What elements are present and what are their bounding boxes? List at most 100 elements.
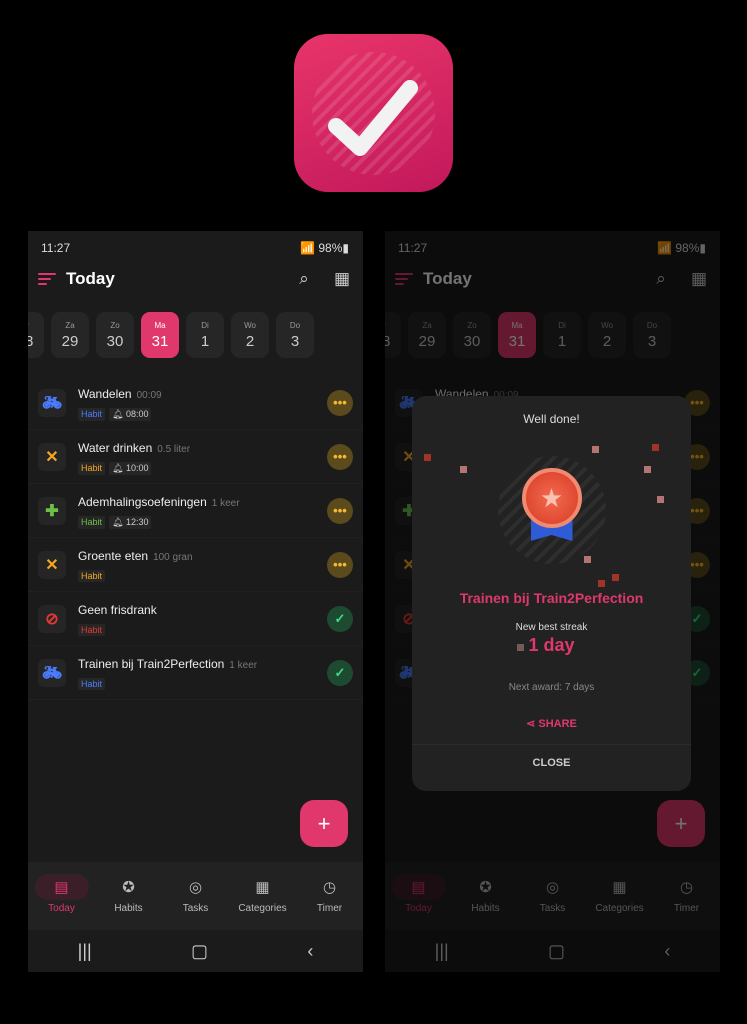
date-day: 30 bbox=[106, 332, 124, 350]
close-button[interactable]: CLOSE bbox=[412, 757, 691, 769]
habit-name: Geen frisdrank bbox=[78, 603, 157, 617]
dialog-habit-name: Trainen bij Train2Perfection bbox=[459, 590, 644, 606]
habit-target: 0.5 liter bbox=[157, 443, 191, 455]
date-28[interactable]: Vr 28 bbox=[28, 312, 44, 358]
search-icon[interactable]: ⌕ bbox=[293, 268, 315, 290]
streak-value: 1 day bbox=[528, 635, 575, 655]
today-icon: ▤ bbox=[34, 874, 89, 900]
habit-tag: Habit bbox=[78, 515, 106, 529]
bell-icon: 🔔︎ bbox=[112, 408, 126, 419]
timer-icon: ◷ bbox=[322, 879, 337, 896]
confetti bbox=[460, 466, 467, 473]
habit-row[interactable]: ✚Ademhalingsoefeningen1 keerHabit🔔︎ 12:3… bbox=[28, 484, 363, 538]
bottom-nav: ▤ Today ✪ Habits ◎ Tasks ▦ Categories ◷ Timer bbox=[28, 862, 363, 930]
habit-tag: Habit bbox=[78, 461, 106, 475]
nav-categories[interactable]: ▦ Categories bbox=[229, 862, 296, 930]
habit-name: Groente eten bbox=[78, 549, 149, 563]
next-award: Next award: 7 days bbox=[508, 682, 595, 693]
nav-tasks[interactable]: ◎ Tasks bbox=[162, 862, 229, 930]
status-bar: 11:27 📶 98%▮ bbox=[41, 241, 349, 255]
date-weekday: Ma bbox=[154, 320, 166, 330]
date-weekday: Di bbox=[201, 320, 209, 330]
habit-info: Water drinken0.5 literHabit🔔︎ 10:00 bbox=[78, 439, 327, 475]
habit-tag: Habit bbox=[78, 678, 106, 690]
calendar-icon[interactable]: ▦ bbox=[331, 268, 353, 290]
battery-level: 98% bbox=[318, 241, 343, 255]
date-weekday: Zo bbox=[110, 320, 120, 330]
bell-icon: 🔔︎ bbox=[112, 462, 126, 473]
nav-habits[interactable]: ✪ Habits bbox=[95, 862, 162, 930]
reminder-time: 08:00 bbox=[125, 408, 149, 419]
confetti bbox=[612, 574, 619, 581]
app-logo bbox=[294, 34, 453, 192]
battery-icon: ▮ bbox=[342, 241, 349, 255]
habit-list: 🚲︎Wandelen00:09Habit🔔︎ 08:00•••✕Water dr… bbox=[28, 376, 363, 700]
habit-target: 00:09 bbox=[136, 389, 162, 401]
streak-dialog: Well done! ★ Trainen bij Train2Perfectio… bbox=[412, 396, 691, 791]
habit-row[interactable]: 🚲︎Wandelen00:09Habit🔔︎ 08:00••• bbox=[28, 376, 363, 430]
add-button[interactable]: + bbox=[300, 800, 348, 847]
check-icon[interactable]: ✓ bbox=[327, 605, 353, 632]
habit-tags: Habit bbox=[78, 678, 327, 690]
more-icon[interactable]: ••• bbox=[327, 497, 353, 524]
bike-icon: 🚲︎ bbox=[38, 658, 66, 687]
status-time: 11:27 bbox=[41, 241, 71, 255]
date-31[interactable]: Ma 31 bbox=[141, 312, 179, 358]
recents-button[interactable]: ||| bbox=[78, 941, 92, 962]
date-day: 2 bbox=[245, 332, 255, 350]
date-weekday: Do bbox=[289, 320, 301, 330]
habit-name: Wandelen bbox=[78, 386, 132, 401]
utensils-icon: ✕ bbox=[38, 442, 66, 471]
habit-target: 1 keer bbox=[229, 660, 258, 671]
share-label: SHARE bbox=[538, 718, 577, 730]
nav-timer[interactable]: ◷ Timer bbox=[296, 862, 363, 930]
date-weekday: Vr bbox=[28, 321, 29, 330]
share-button[interactable]: ⋖ SHARE bbox=[412, 717, 691, 730]
reminder-badge: 🔔︎ 08:00 bbox=[109, 407, 152, 421]
date-strip: Vr 28 Za 29 Zo 30 Ma 31 Di 1 Wo 2 Do 3 bbox=[28, 312, 314, 358]
plus-icon: ✚ bbox=[38, 496, 66, 525]
date-2[interactable]: Wo 2 bbox=[231, 312, 269, 358]
habit-info: Trainen bij Train2Perfection 1 keer Habit bbox=[78, 655, 327, 690]
confetti bbox=[517, 644, 524, 651]
habit-tags: Habit🔔︎ 08:00 bbox=[78, 407, 327, 421]
medal-icon: ★ bbox=[497, 456, 606, 564]
page-title: Today bbox=[66, 269, 115, 288]
date-30[interactable]: Zo 30 bbox=[96, 312, 134, 358]
more-icon[interactable]: ••• bbox=[327, 389, 353, 416]
habit-row[interactable]: ✕ Groente eten 100 gran Habit ••• bbox=[28, 538, 363, 592]
date-1[interactable]: Di 1 bbox=[186, 312, 224, 358]
reminder-badge: 🔔︎ 10:00 bbox=[109, 461, 152, 475]
habit-row[interactable]: ⊘ Geen frisdrank Habit ✓ bbox=[28, 592, 363, 646]
confetti bbox=[592, 446, 599, 453]
confetti bbox=[657, 496, 664, 503]
award-icon: ✪ bbox=[122, 879, 135, 896]
confetti bbox=[584, 556, 591, 563]
phone-screen-today: 11:27 📶 98%▮ Today ⌕ ▦ Vr28Za29Zo30Ma31D… bbox=[28, 231, 363, 972]
date-day: 3 bbox=[290, 332, 300, 350]
menu-icon[interactable] bbox=[38, 273, 56, 285]
reminder-time: 10:00 bbox=[125, 462, 149, 473]
more-icon[interactable]: ••• bbox=[327, 443, 353, 470]
habit-row[interactable]: ✕Water drinken0.5 literHabit🔔︎ 10:00••• bbox=[28, 430, 363, 484]
nav-label: Timer bbox=[316, 903, 343, 914]
nav-today[interactable]: ▤ Today bbox=[28, 862, 95, 930]
more-icon[interactable]: ••• bbox=[327, 551, 353, 578]
check-icon[interactable]: ✓ bbox=[327, 659, 353, 686]
ban-icon: ⊘ bbox=[38, 604, 66, 633]
date-weekday: Za bbox=[65, 320, 75, 330]
utensils-icon: ✕ bbox=[38, 550, 66, 579]
bell-icon: 🔔︎ bbox=[112, 516, 126, 527]
date-29[interactable]: Za 29 bbox=[51, 312, 89, 358]
home-button[interactable]: ▢ bbox=[191, 941, 208, 962]
habit-tags: Habit bbox=[78, 570, 327, 582]
date-3[interactable]: Do 3 bbox=[276, 312, 314, 358]
dialog-title: Well done! bbox=[523, 412, 580, 426]
divider bbox=[412, 744, 691, 745]
back-button[interactable]: ‹ bbox=[307, 941, 313, 962]
habit-row[interactable]: 🚲︎ Trainen bij Train2Perfection 1 keer Habi… bbox=[28, 646, 363, 700]
habit-name: Trainen bij Train2Perfection bbox=[78, 657, 225, 671]
habit-target: 1 keer bbox=[211, 497, 240, 509]
habit-name: Ademhalingsoefeningen bbox=[78, 494, 207, 509]
phone-screen-dialog: 11:27 📶 98%▮ Today ⌕ ▦ Vr28Za29Zo30Ma31D… bbox=[385, 231, 720, 972]
